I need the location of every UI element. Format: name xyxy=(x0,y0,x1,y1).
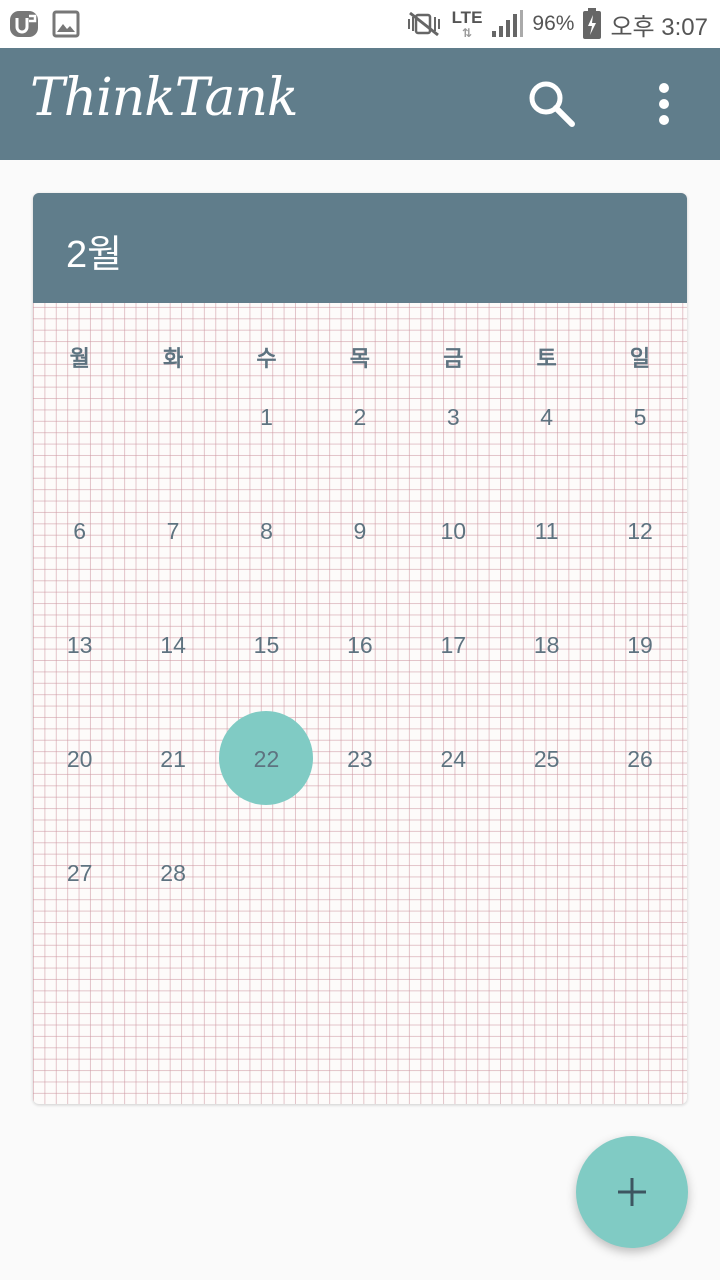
day-number: 6 xyxy=(73,518,87,544)
calendar-header: 2월 xyxy=(33,193,687,303)
calendar-day-cell[interactable]: 24 xyxy=(407,745,500,859)
calendar-empty-cell xyxy=(407,859,500,973)
day-number: 14 xyxy=(160,632,186,658)
month-title: 2월 xyxy=(66,234,123,276)
day-number: 23 xyxy=(347,746,373,772)
weekday-label: 금 xyxy=(443,346,464,371)
calendar-day-cell[interactable]: 14 xyxy=(126,631,219,745)
weekday-label: 화 xyxy=(162,346,184,371)
calendar-grid: 월화수목금토일 1 2 3 4 5 6 7 8 9 10 11 12 13 14 15 16 17 18 19 20 2… xyxy=(33,303,687,973)
calendar-day-cell[interactable]: 26 xyxy=(593,745,686,859)
calendar-day-cell[interactable]: 10 xyxy=(407,517,500,631)
calendar-day-cell[interactable]: 27 xyxy=(33,859,126,973)
calendar-day-cell[interactable]: 20 xyxy=(33,745,126,859)
network-type: LTE ⇅ xyxy=(451,8,483,40)
day-number: 11 xyxy=(534,518,559,544)
calendar-day-cell[interactable]: 1 xyxy=(220,403,313,517)
calendar-day-cell[interactable]: 4 xyxy=(500,403,593,517)
more-vert-icon xyxy=(659,83,669,125)
day-number: 18 xyxy=(533,632,560,658)
day-number: 2 xyxy=(353,404,367,430)
calendar-week-row: 1 2 3 4 5 xyxy=(33,403,687,517)
calendar-empty-cell xyxy=(313,859,406,973)
calendar-day-cell[interactable]: 25 xyxy=(500,745,593,859)
calendar-day-cell[interactable]: 23 xyxy=(313,745,406,859)
day-number: 10 xyxy=(440,518,467,544)
day-number: 20 xyxy=(66,746,93,772)
day-number: 13 xyxy=(66,632,93,658)
weekday-label: 목 xyxy=(349,346,370,371)
day-number: 22 xyxy=(253,746,280,772)
weekday-label: 수 xyxy=(256,346,277,371)
status-bar: LTE ⇅ 96% 오후 3:07 xyxy=(0,0,720,48)
calendar-day-cell[interactable]: 21 xyxy=(126,745,219,859)
calendar-day-cell[interactable]: 6 xyxy=(33,517,126,631)
calendar-day-cell[interactable]: 12 xyxy=(593,517,686,631)
calendar-day-cell[interactable]: 18 xyxy=(500,631,593,745)
add-icon xyxy=(618,1178,646,1206)
battery-percent: 96% xyxy=(532,12,575,35)
calendar-day-cell[interactable]: 2 xyxy=(313,403,406,517)
day-number: 25 xyxy=(533,746,560,772)
calendar-empty-cell xyxy=(220,859,313,973)
calendar-day-cell[interactable]: 8 xyxy=(220,517,313,631)
calendar-day-cell[interactable]: 11 xyxy=(500,517,593,631)
battery-charging-icon xyxy=(583,8,602,39)
calendar-day-cell[interactable]: 28 xyxy=(126,859,219,973)
weekday-label: 토 xyxy=(536,346,557,371)
calendar-empty-cell xyxy=(593,859,686,973)
calendar-day-cell[interactable]: 9 xyxy=(313,517,406,631)
calendar-day-cell[interactable]: 13 xyxy=(33,631,126,745)
calendar-card: 2월 월화수목금토일 1 2 3 4 5 6 7 8 9 10 11 12 13 14 15 16 17 18 19… xyxy=(33,193,687,1104)
calendar-day-cell-selected[interactable]: 22 xyxy=(219,711,314,859)
day-number: 3 xyxy=(446,404,460,430)
calendar-day-cell[interactable]: 7 xyxy=(126,517,219,631)
calendar-empty-cell xyxy=(500,859,593,973)
app-logo: ThinkTank xyxy=(30,68,298,128)
calendar-week-row: 20 21 22 23 24 25 26 xyxy=(33,711,687,859)
clock: 오후 3:07 xyxy=(610,13,708,41)
calendar-day-cell[interactable]: 19 xyxy=(593,631,686,745)
day-number: 4 xyxy=(540,404,554,430)
calendar-empty-cell xyxy=(126,403,219,517)
day-number: 5 xyxy=(633,404,647,430)
day-number: 16 xyxy=(347,632,373,658)
calendar-week-row: 6 7 8 9 10 11 12 xyxy=(33,517,687,631)
day-number: 7 xyxy=(166,518,180,544)
search-button[interactable] xyxy=(520,72,584,136)
day-number: 19 xyxy=(627,632,653,658)
day-number: 8 xyxy=(260,518,273,544)
weekday-label: 일 xyxy=(629,346,651,371)
day-number: 24 xyxy=(440,746,467,772)
day-number: 1 xyxy=(260,404,273,430)
day-number: 21 xyxy=(160,746,186,772)
calendar-day-cell[interactable]: 17 xyxy=(407,631,500,745)
system-icons: LTE ⇅ 96% 오후 3:07 xyxy=(404,6,708,42)
calendar-week-row: 27 28 xyxy=(33,859,687,973)
calendar-week-row: 13 14 15 16 17 18 19 xyxy=(33,631,687,745)
day-number: 27 xyxy=(66,860,93,886)
image-notification-icon xyxy=(52,10,80,38)
day-number: 12 xyxy=(627,518,653,544)
search-icon xyxy=(529,81,575,127)
app-notification-icon xyxy=(10,11,38,37)
add-button[interactable] xyxy=(576,1136,688,1248)
vibrate-mute-icon xyxy=(407,11,440,37)
app-bar: ThinkTank xyxy=(0,48,720,160)
day-number: 26 xyxy=(627,746,653,772)
calendar-day-cell[interactable]: 3 xyxy=(407,403,500,517)
calendar-empty-cell xyxy=(33,403,126,517)
day-number: 28 xyxy=(160,860,186,886)
calendar-day-cell[interactable]: 5 xyxy=(593,403,686,517)
notification-icons xyxy=(8,8,82,40)
day-number: 9 xyxy=(353,518,367,544)
signal-icon xyxy=(492,10,524,37)
day-number: 17 xyxy=(440,632,467,658)
more-options-button[interactable] xyxy=(640,72,688,136)
weekday-label: 월 xyxy=(69,346,90,371)
calendar-day-cell[interactable]: 16 xyxy=(313,631,406,745)
weekday-header-row: 월화수목금토일 xyxy=(33,303,687,403)
day-number: 15 xyxy=(253,632,280,658)
